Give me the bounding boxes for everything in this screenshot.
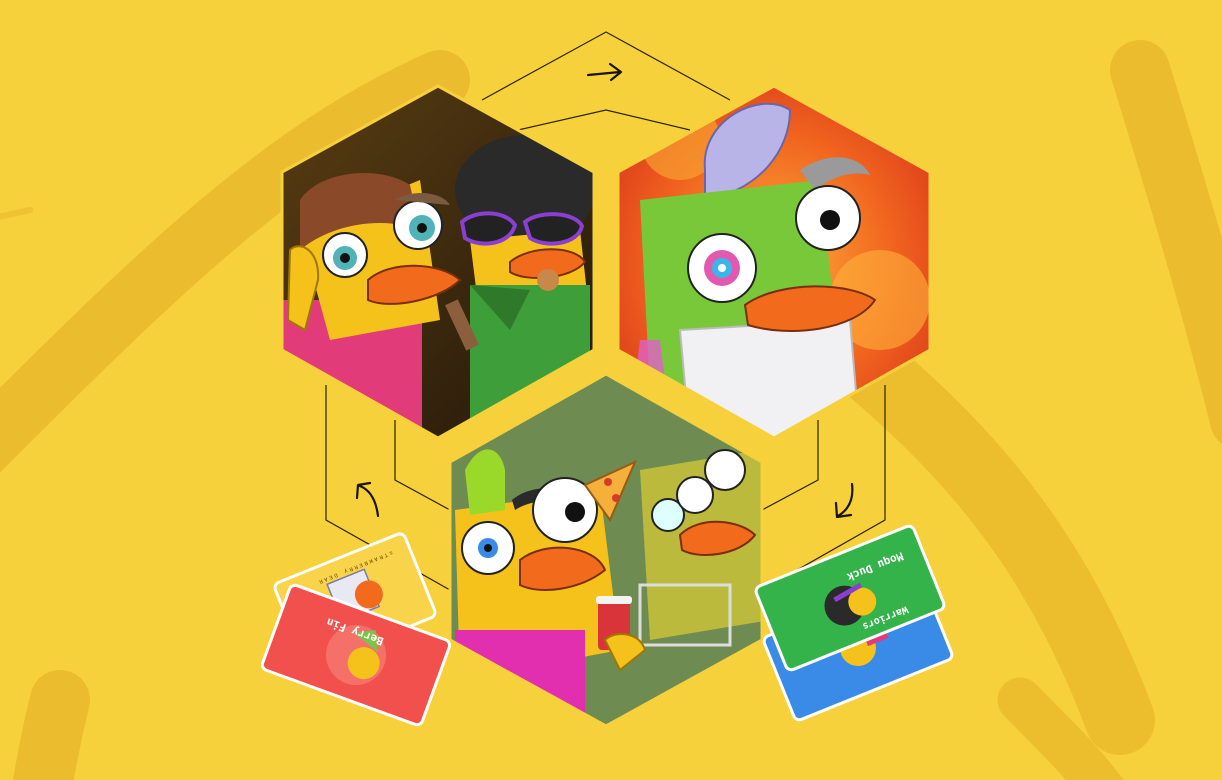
- hex-tile-punk-duck[interactable]: [440, 370, 780, 740]
- arrow-up-icon: [355, 481, 380, 518]
- hero-illustration: ˢᵀᴿᴬᵂᴮᴱᴿᴿʸ ᴰᴱᴬᴿ Berry Fin Moqu Duck Warr…: [0, 0, 1222, 780]
- arrow-down-icon: [834, 482, 854, 519]
- illustration-canvas: [0, 31, 1222, 780]
- arrow-right-icon: [586, 62, 623, 82]
